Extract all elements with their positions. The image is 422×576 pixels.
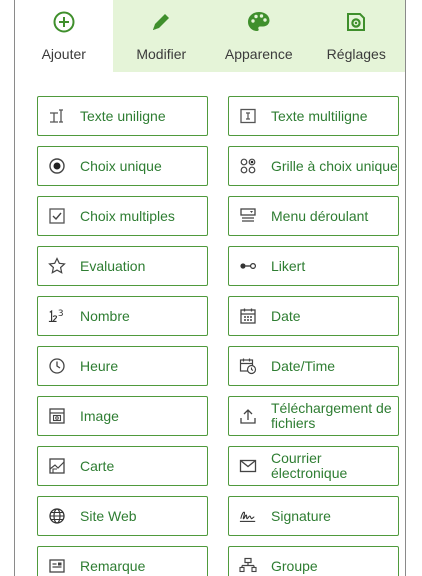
tab-add[interactable]: Ajouter [15, 0, 113, 72]
question-label: Groupe [271, 557, 318, 574]
tab-edit-label: Modifier [136, 46, 187, 62]
question-label: Remarque [80, 557, 146, 574]
question-note[interactable]: Remarque [37, 546, 208, 576]
question-likert[interactable]: Likert [228, 246, 399, 286]
question-email[interactable]: Courrier électronique [228, 446, 399, 486]
note-icon [48, 557, 66, 575]
question-label: Date [271, 307, 301, 324]
question-label: Texte uniligne [80, 107, 166, 124]
tab-appearance-label: Apparence [224, 46, 293, 62]
question-map[interactable]: Carte [37, 446, 208, 486]
globe-icon [48, 507, 66, 525]
tab-settings[interactable]: Réglages [308, 0, 406, 72]
question-dropdown[interactable]: Menu déroulant [228, 196, 399, 236]
svg-text:3: 3 [58, 309, 64, 319]
signature-icon [239, 507, 257, 525]
image-icon [48, 407, 66, 425]
tab-bar: Ajouter Modifier Apparence Réglages [15, 0, 405, 72]
tab-add-label: Ajouter [41, 46, 86, 62]
email-icon [239, 457, 257, 475]
question-grid-choice[interactable]: Grille à choix unique [228, 146, 399, 186]
question-signature[interactable]: Signature [228, 496, 399, 536]
calendar-icon [239, 307, 257, 325]
question-label: Texte multiligne [271, 107, 368, 124]
question-label: Téléchargement de fichiers [271, 400, 392, 431]
question-label: Choix multiples [80, 207, 175, 224]
survey-builder-panel: Ajouter Modifier Apparence Réglages Text… [14, 0, 406, 576]
datetime-icon [239, 357, 257, 375]
question-label: Courrier électronique [271, 450, 348, 481]
question-single-line-text[interactable]: Texte uniligne [37, 96, 208, 136]
question-website[interactable]: Site Web [37, 496, 208, 536]
grid-choice-icon [239, 157, 257, 175]
question-group[interactable]: Groupe [228, 546, 399, 576]
question-image[interactable]: Image [37, 396, 208, 436]
question-label: Heure [80, 357, 119, 374]
clock-icon [48, 357, 66, 375]
question-label: Grille à choix unique [271, 157, 398, 174]
pencil-icon [150, 10, 172, 34]
question-label: Menu déroulant [271, 207, 369, 224]
radio-icon [48, 157, 66, 175]
question-label: Signature [271, 507, 331, 524]
question-time[interactable]: Heure [37, 346, 208, 386]
number-icon: 3 [48, 307, 66, 325]
dropdown-icon [239, 207, 257, 225]
tab-appearance[interactable]: Apparence [210, 0, 308, 72]
single-line-text-icon [48, 107, 66, 125]
upload-icon [239, 407, 257, 425]
question-multiple-choice[interactable]: Choix multiples [37, 196, 208, 236]
question-single-choice[interactable]: Choix unique [37, 146, 208, 186]
tab-edit[interactable]: Modifier [113, 0, 211, 72]
question-label: Likert [271, 257, 306, 274]
question-date[interactable]: Date [228, 296, 399, 336]
question-label: Date/Time [271, 357, 336, 374]
question-label: Image [80, 407, 119, 424]
map-icon [48, 457, 66, 475]
question-label: Choix unique [80, 157, 162, 174]
group-icon [239, 557, 257, 575]
star-icon [48, 257, 66, 275]
question-file-upload[interactable]: Téléchargement de fichiers [228, 396, 399, 436]
question-number[interactable]: 3 Nombre [37, 296, 208, 336]
multiline-text-icon [239, 107, 257, 125]
likert-icon [239, 257, 257, 275]
tab-settings-label: Réglages [326, 46, 386, 62]
question-datetime[interactable]: Date/Time [228, 346, 399, 386]
question-label: Nombre [80, 307, 130, 324]
question-label: Carte [80, 457, 115, 474]
palette-icon [247, 10, 271, 34]
checkbox-icon [48, 207, 66, 225]
plus-circle-icon [53, 10, 75, 34]
question-rating[interactable]: Evaluation [37, 246, 208, 286]
question-multiline-text[interactable]: Texte multiligne [228, 96, 399, 136]
question-label: Site Web [80, 507, 137, 524]
settings-icon [345, 10, 367, 34]
question-type-grid: Texte uniligne Texte multiligne Choix un… [15, 72, 405, 576]
question-label: Evaluation [80, 257, 146, 274]
